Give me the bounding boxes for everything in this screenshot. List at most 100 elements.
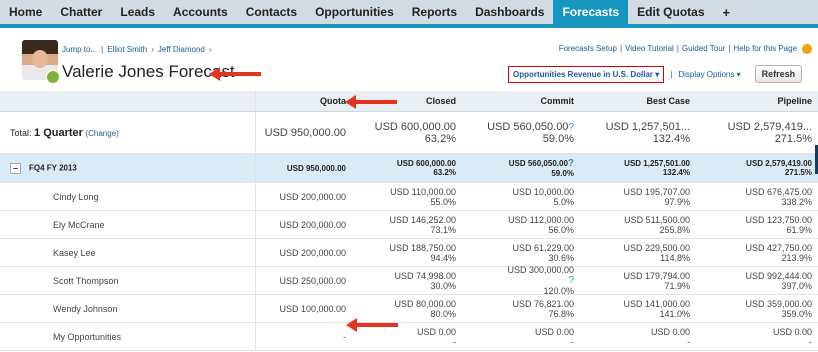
row-best-case-pct: 71.9% xyxy=(664,280,690,291)
annotation-arrow-title xyxy=(209,67,261,81)
row-best-case-pct: 255.8% xyxy=(659,224,690,235)
tab-reports[interactable]: Reports xyxy=(403,0,466,24)
guided-tour-link[interactable]: Guided Tour xyxy=(682,44,725,54)
control-separator: | xyxy=(670,69,673,79)
period-pipeline: USD 2,579,419.00 271.5% xyxy=(696,154,818,182)
row-closed-pct: 73.1% xyxy=(430,224,456,235)
help-circle-icon[interactable] xyxy=(802,44,812,54)
currency-select[interactable]: Opportunities Revenue in U.S. Dollar ▾ xyxy=(508,65,665,83)
row-best-case: USD 141,000.00 141.0% xyxy=(580,295,696,322)
info-icon[interactable]: ? xyxy=(568,158,574,169)
row-best-case: USD 229,500.00 114.8% xyxy=(580,239,696,266)
row-closed: USD 80,000.00 80.0% xyxy=(352,295,462,322)
row-best-case-pct: 97.9% xyxy=(664,196,690,207)
total-closed-value: USD 600,000.00 xyxy=(374,120,456,133)
jump-to-link[interactable]: Jump to... xyxy=(62,45,97,54)
column-header-pipeline[interactable]: Pipeline xyxy=(696,91,818,111)
row-quota: USD 200,000.00 xyxy=(256,183,352,210)
collapse-icon[interactable]: – xyxy=(10,162,21,174)
row-commit-pct: 30.6% xyxy=(548,252,574,263)
table-row[interactable]: Wendy Johnson USD 100,000.00 USD 80,000.00… xyxy=(0,295,818,323)
row-commit: USD 0.00- xyxy=(462,323,580,350)
column-header-quota[interactable]: Quota xyxy=(256,91,352,111)
link-separator: | xyxy=(728,44,731,53)
row-quota-value: USD 250,000.00 xyxy=(279,275,346,286)
row-pipeline-value: USD 992,444.00 xyxy=(745,270,812,281)
total-commit-value: USD 560,050.00 xyxy=(487,120,569,133)
rep-name[interactable]: Cindy Long xyxy=(0,183,256,210)
tab-chatter[interactable]: Chatter xyxy=(51,0,111,24)
person-rows: Cindy Long USD 200,000.00 USD 110,000.00 55… xyxy=(0,183,818,351)
tab-dashboards[interactable]: Dashboards xyxy=(466,0,553,24)
refresh-button[interactable]: Refresh xyxy=(754,65,803,83)
row-pipeline-value: USD 123,750.00 xyxy=(745,214,812,225)
total-closed-pct: 63.2% xyxy=(424,132,456,145)
row-closed-pct: 55.0% xyxy=(430,196,456,207)
tab-edit-quotas[interactable]: Edit Quotas xyxy=(628,0,713,24)
row-pipeline-value: USD 0.00 xyxy=(772,326,812,337)
row-pipeline: USD 427,750.00 213.9% xyxy=(696,239,818,266)
row-best-case: USD 195,707.00 97.9% xyxy=(580,183,696,210)
row-closed-value: USD 110,000.00 xyxy=(390,186,456,197)
row-quota-value: USD 100,000.00 xyxy=(279,303,346,314)
table-row[interactable]: Ely McCrane USD 200,000.00 USD 146,252.00 7… xyxy=(0,211,818,239)
row-quota: USD 100,000.00 xyxy=(256,295,352,322)
video-tutorial-link[interactable]: Video Tutorial xyxy=(625,44,674,54)
rep-name[interactable]: My Opportunities xyxy=(0,323,256,350)
rep-name[interactable]: Scott Thompson xyxy=(0,267,256,294)
info-icon[interactable]: ? xyxy=(568,122,574,133)
row-best-case-value: USD 179,794.00 xyxy=(623,270,690,281)
row-closed-pct: 80.0% xyxy=(430,308,456,319)
tab-leads[interactable]: Leads xyxy=(111,0,164,24)
table-row[interactable]: Scott Thompson USD 250,000.00 USD 74,998.0… xyxy=(0,265,818,296)
annotation-arrow-my-opportunities xyxy=(346,318,398,332)
row-best-case-pct: 141.0% xyxy=(659,308,690,319)
forecasts-setup-link[interactable]: Forecasts Setup xyxy=(559,44,617,54)
row-commit: USD 61,229.00 30.6% xyxy=(462,239,580,266)
total-quota: USD 950,000.00 xyxy=(256,112,352,153)
table-row[interactable]: My Opportunities - USD 0.00- USD 0.00- USD 0… xyxy=(0,323,818,351)
annotation-arrow-quota xyxy=(345,95,397,109)
period-closed: USD 600,000.00 63.2% xyxy=(352,154,462,182)
tab-contacts[interactable]: Contacts xyxy=(237,0,306,24)
row-commit-value: USD 10,000.00 xyxy=(512,186,574,197)
add-tab-button[interactable]: + xyxy=(714,0,740,24)
row-commit-pct: 76.8% xyxy=(548,308,574,319)
tab-home[interactable]: Home xyxy=(0,0,51,24)
breadcrumb-elliot-smith[interactable]: Elliot Smith xyxy=(107,45,147,54)
row-commit: USD 112,000.00 56.0% xyxy=(462,211,580,238)
total-period: 1 Quarter xyxy=(34,126,83,139)
table-row[interactable]: Kasey Lee USD 200,000.00 USD 188,750.00 94.… xyxy=(0,239,818,267)
column-header-commit[interactable]: Commit xyxy=(462,91,580,111)
period-row[interactable]: – FQ4 FY 2013 USD 950,000.00 USD 600,000.… xyxy=(0,154,818,183)
tab-forecasts[interactable]: Forecasts xyxy=(553,0,629,24)
total-pipeline: USD 2,579,419... 271.5% xyxy=(696,112,818,153)
period-closed-pct: 63.2% xyxy=(433,168,456,177)
avatar xyxy=(22,40,60,84)
tab-opportunities[interactable]: Opportunities xyxy=(306,0,403,24)
row-quota-value: USD 200,000.00 xyxy=(279,247,346,258)
change-period-link[interactable]: (Change) xyxy=(85,129,118,138)
period-name: FQ4 FY 2013 xyxy=(29,163,77,173)
tab-accounts[interactable]: Accounts xyxy=(164,0,237,24)
row-best-case-value: USD 195,707.00 xyxy=(623,186,690,197)
column-header-best-case[interactable]: Best Case xyxy=(580,91,696,111)
period-best-pct: 132.4% xyxy=(662,168,690,177)
row-closed-pct: 30.0% xyxy=(430,280,456,291)
table-row[interactable]: Cindy Long USD 200,000.00 USD 110,000.00 55… xyxy=(0,183,818,211)
row-commit-value: USD 61,229.00 xyxy=(512,242,574,253)
help-page-link[interactable]: Help for this Page xyxy=(733,44,797,54)
display-options-dropdown[interactable]: Display Options ▾ xyxy=(678,70,740,79)
row-pipeline-value: USD 359,000.00 xyxy=(745,298,812,309)
total-row: Total: 1 Quarter (Change) USD 950,000.00… xyxy=(0,112,818,154)
row-commit-value: USD 112,000.00 xyxy=(508,214,574,225)
rep-name[interactable]: Ely McCrane xyxy=(0,211,256,238)
period-pipeline-value: USD 2,579,419.00 xyxy=(746,159,812,168)
breadcrumb-jeff-diamond[interactable]: Jeff Diamond xyxy=(158,45,205,54)
period-commit: USD 560,050.00? 59.0% xyxy=(462,154,580,182)
rep-name[interactable]: Wendy Johnson xyxy=(0,295,256,322)
link-separator: | xyxy=(619,44,623,53)
total-quota-value: USD 950,000.00 xyxy=(264,126,346,139)
info-icon[interactable]: ? xyxy=(462,275,574,286)
rep-name[interactable]: Kasey Lee xyxy=(0,239,256,266)
